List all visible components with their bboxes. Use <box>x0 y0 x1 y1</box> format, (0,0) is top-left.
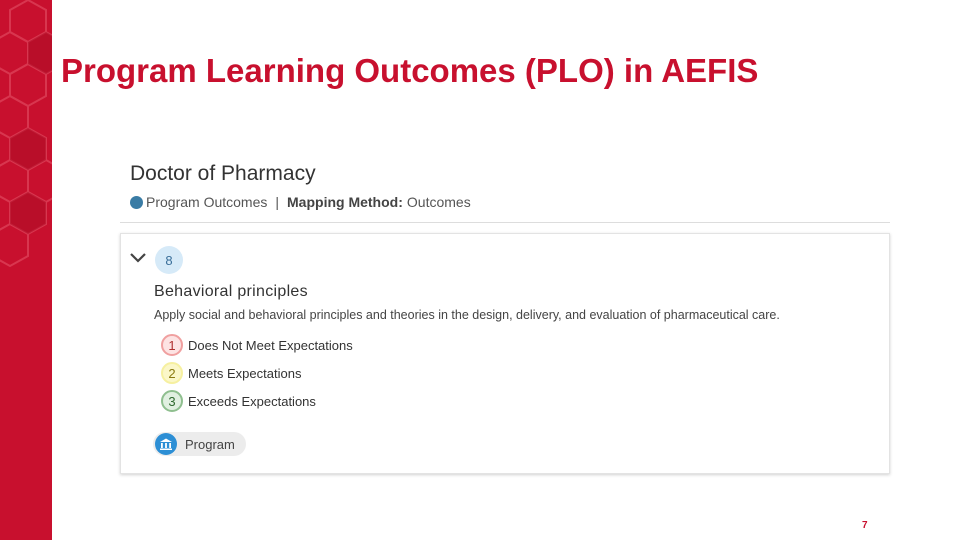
level-badge: 3 <box>161 390 183 412</box>
outcome-number-badge: 8 <box>155 246 183 274</box>
institution-icon <box>155 433 177 455</box>
page-number: 7 <box>862 520 868 531</box>
performance-levels-list: 1 Does Not Meet Expectations 2 Meets Exp… <box>161 331 353 415</box>
level-label: Does Not Meet Expectations <box>188 337 353 353</box>
level-label: Exceeds Expectations <box>188 393 316 409</box>
program-name: Doctor of Pharmacy <box>130 162 316 185</box>
program-scope-label: Program <box>185 436 235 452</box>
outcome-card: 8 Behavioral principles Apply social and… <box>120 233 890 474</box>
chevron-down-icon[interactable] <box>129 251 147 265</box>
outcome-title: Behavioral principles <box>154 283 308 300</box>
outcome-description: Apply social and behavioral principles a… <box>154 308 780 322</box>
level-badge: 1 <box>161 334 183 356</box>
performance-level-item: 3 Exceeds Expectations <box>161 387 353 415</box>
side-decoration-band <box>0 0 52 540</box>
slide-title: Program Learning Outcomes (PLO) in AEFIS <box>61 52 759 89</box>
level-label: Meets Expectations <box>188 365 302 381</box>
mapping-method-label: Mapping Method: <box>287 194 403 210</box>
program-scope-chip[interactable]: Program <box>153 432 246 456</box>
program-type: Program Outcomes <box>146 194 268 210</box>
meta-separator: | <box>275 194 280 210</box>
performance-level-item: 2 Meets Expectations <box>161 359 353 387</box>
circle-dot-icon <box>130 195 143 209</box>
header-divider <box>120 222 890 223</box>
hexagon-pattern-icon <box>0 0 52 268</box>
performance-level-item: 1 Does Not Meet Expectations <box>161 331 353 359</box>
level-badge: 2 <box>161 362 183 384</box>
program-meta-row: Program Outcomes | Mapping Method: Outco… <box>130 194 471 210</box>
mapping-method-value: Outcomes <box>406 194 471 210</box>
